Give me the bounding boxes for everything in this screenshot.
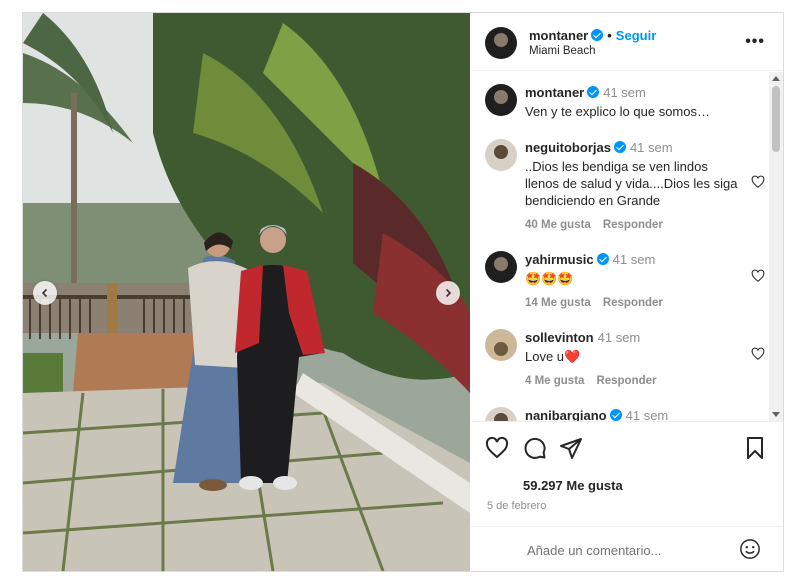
comment-time[interactable]: 41 sem	[613, 252, 656, 267]
comment-text: Ven y te explico lo que somos…	[525, 104, 710, 119]
avatar[interactable]	[485, 251, 517, 283]
author-avatar[interactable]	[485, 27, 517, 59]
next-photo-button[interactable]	[436, 281, 460, 305]
comment-username[interactable]: montaner	[525, 85, 584, 100]
post-header: montaner • Seguir Miami Beach •••	[471, 13, 783, 71]
comments-list[interactable]: montaner 41 sem Ven y te explico lo que s…	[471, 72, 783, 421]
photo-image	[23, 13, 470, 571]
post-side-panel: montaner • Seguir Miami Beach ••• montaner…	[471, 13, 783, 571]
avatar[interactable]	[485, 329, 517, 361]
comment-likes[interactable]: 4 Me gusta	[525, 375, 584, 387]
comment-time[interactable]: 41 sem	[626, 408, 669, 421]
more-options-icon[interactable]: •••	[745, 33, 765, 51]
scroll-thumb[interactable]	[772, 86, 780, 152]
comment-username[interactable]: nanibargiano	[525, 408, 607, 421]
comment-item: neguitoborjas 41 sem ..Dios les bendiga s…	[485, 139, 767, 234]
heart-icon[interactable]	[751, 269, 765, 283]
verified-icon	[591, 29, 604, 41]
add-comment-bar	[471, 526, 783, 572]
scroll-down-arrow[interactable]	[772, 412, 780, 417]
comment-likes[interactable]: 14 Me gusta	[525, 297, 591, 309]
reply-button[interactable]: Responder	[603, 297, 663, 309]
comment-icon[interactable]	[523, 436, 547, 460]
comment-text: 🤩🤩🤩	[525, 271, 574, 286]
comment-input[interactable]	[527, 539, 727, 561]
comment-username[interactable]: neguitoborjas	[525, 140, 611, 155]
avatar[interactable]	[485, 139, 517, 171]
heart-icon[interactable]	[751, 175, 765, 189]
heart-icon[interactable]	[485, 436, 509, 460]
verified-icon	[609, 409, 622, 421]
comment-item: nanibargiano 41 sem	[485, 407, 767, 421]
comment-text: Love u❤️	[525, 349, 581, 364]
reply-button[interactable]: Responder	[596, 375, 656, 387]
comment-username[interactable]: sollevinton	[525, 330, 594, 345]
comment-username[interactable]: yahirmusic	[525, 252, 594, 267]
verified-icon	[587, 86, 600, 98]
follow-button[interactable]: Seguir	[616, 28, 656, 43]
post-date[interactable]: 5 de febrero	[487, 500, 546, 512]
comments-scrollbar[interactable]	[769, 72, 783, 421]
avatar[interactable]	[485, 84, 517, 116]
emoji-icon[interactable]	[739, 538, 761, 560]
heart-icon[interactable]	[751, 347, 765, 361]
comment-time[interactable]: 41 sem	[630, 140, 673, 155]
post-dialog: montaner • Seguir Miami Beach ••• montaner…	[22, 12, 784, 572]
verified-icon	[613, 141, 626, 153]
post-photo[interactable]	[23, 13, 470, 571]
avatar[interactable]	[485, 407, 517, 421]
comment-item: yahirmusic 41 sem 🤩🤩🤩 14 Me gusta Responde…	[485, 251, 767, 312]
post-location[interactable]: Miami Beach	[529, 45, 595, 57]
comment-likes[interactable]: 40 Me gusta	[525, 219, 591, 231]
comment-text: ..Dios les bendiga se ven lindos llenos …	[525, 159, 738, 208]
bookmark-icon[interactable]	[743, 436, 767, 460]
chevron-right-icon	[445, 288, 452, 298]
post-actions: 59.297 Me gusta 5 de febrero	[471, 421, 783, 571]
scroll-up-arrow[interactable]	[772, 76, 780, 81]
chevron-left-icon	[41, 288, 48, 298]
share-icon[interactable]	[559, 436, 583, 460]
comment-item: sollevinton 41 sem Love u❤️ 4 Me gusta Res…	[485, 329, 767, 390]
separator-dot: •	[607, 28, 612, 43]
verified-icon	[596, 253, 609, 265]
previous-photo-button[interactable]	[33, 281, 57, 305]
comment-time[interactable]: 41 sem	[603, 85, 646, 100]
likes-count[interactable]: 59.297 Me gusta	[523, 478, 623, 493]
reply-button[interactable]: Responder	[603, 219, 663, 231]
caption: montaner 41 sem Ven y te explico lo que s…	[485, 84, 767, 120]
comment-time[interactable]: 41 sem	[598, 330, 641, 345]
author-username[interactable]: montaner	[529, 28, 588, 43]
author-line: montaner • Seguir	[529, 28, 656, 43]
